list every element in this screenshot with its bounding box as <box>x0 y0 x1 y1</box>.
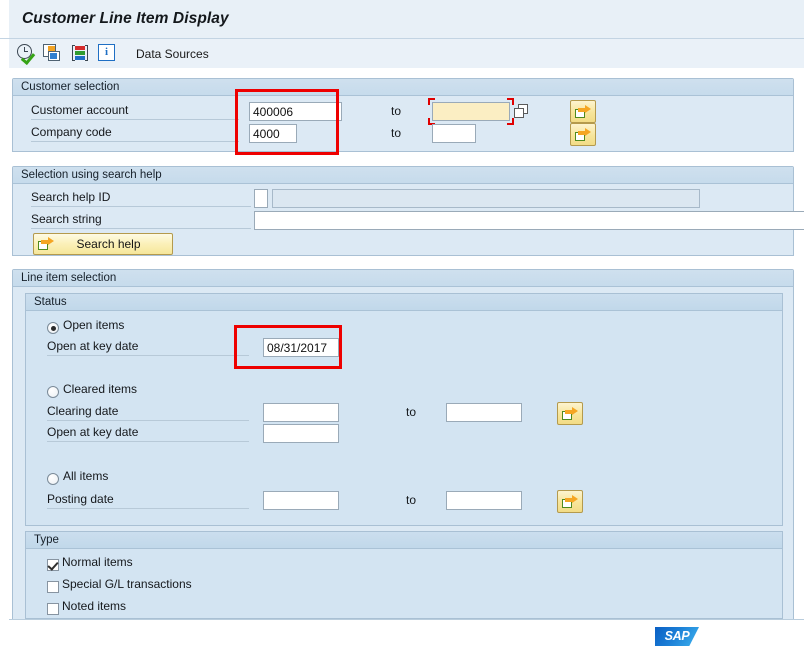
clearing-date-to-input[interactable] <box>446 403 522 422</box>
search-help-group-header: Selection using search help <box>13 167 793 184</box>
window-title-bar: Customer Line Item Display <box>0 0 804 39</box>
special-gl-transactions-label[interactable]: Special G/L transactions <box>62 577 192 591</box>
noted-items-label[interactable]: Noted items <box>62 599 126 613</box>
checkbox-normal-items[interactable] <box>47 559 59 571</box>
line-item-selection-group: Line item selection Status Open items Op… <box>12 269 794 623</box>
multiple-selection-arrow-icon <box>562 407 579 421</box>
checkbox-special-gl-transactions[interactable] <box>47 581 59 593</box>
customer-selection-group: Customer selection Customer account to <box>12 78 794 152</box>
search-help-group: Selection using search help Search help … <box>12 166 804 256</box>
search-help-arrow-icon <box>38 237 55 251</box>
selection-screen: Customer selection Customer account to <box>0 68 804 653</box>
multiple-windows-icon[interactable] <box>43 43 64 64</box>
page-title: Customer Line Item Display <box>22 10 229 27</box>
company-code-from-input[interactable] <box>249 124 297 143</box>
type-subgroup: Type Normal items Special G/L transactio… <box>25 531 783 619</box>
cleared-open-at-key-date-label: Open at key date <box>47 425 249 442</box>
open-at-key-date-label: Open at key date <box>47 339 249 356</box>
normal-items-label[interactable]: Normal items <box>62 555 133 569</box>
status-subgroup: Status Open items Open at key date Clear… <box>25 293 783 526</box>
company-code-to-label: to <box>391 126 402 140</box>
line-item-selection-header: Line item selection <box>13 270 793 287</box>
all-items-label[interactable]: All items <box>63 469 108 483</box>
posting-date-to-label: to <box>406 493 417 507</box>
search-help-id-input[interactable] <box>254 189 268 208</box>
company-code-label: Company code <box>31 125 239 142</box>
cleared-items-label[interactable]: Cleared items <box>63 382 137 396</box>
data-sources-label[interactable]: Data Sources <box>136 47 209 61</box>
cleared-open-at-key-date-input[interactable] <box>263 424 339 443</box>
search-string-label: Search string <box>31 212 251 229</box>
company-code-to-input[interactable] <box>432 124 476 143</box>
multiple-selection-arrow-icon <box>575 128 592 142</box>
footer-bar: SAP <box>0 619 804 653</box>
posting-date-to-input[interactable] <box>446 491 522 510</box>
radio-all-items[interactable] <box>47 473 59 485</box>
info-icon[interactable]: i <box>97 43 118 64</box>
posting-date-from-input[interactable] <box>263 491 339 510</box>
open-items-label[interactable]: Open items <box>63 318 124 332</box>
customer-account-from-input[interactable] <box>249 102 342 121</box>
clearing-date-from-input[interactable] <box>263 403 339 422</box>
posting-date-multiple-selection-button[interactable] <box>557 490 583 513</box>
info-icon-glyph: i <box>98 44 115 61</box>
checkbox-noted-items[interactable] <box>47 603 59 615</box>
posting-date-label: Posting date <box>47 492 249 509</box>
sap-logo: SAP <box>655 627 699 646</box>
clearing-date-to-label: to <box>406 405 417 419</box>
open-at-key-date-input[interactable] <box>263 338 339 357</box>
clearing-date-multiple-selection-button[interactable] <box>557 402 583 425</box>
company-code-multiple-selection-button[interactable] <box>570 123 596 146</box>
customer-selection-header: Customer selection <box>13 79 793 96</box>
customer-account-to-input[interactable] <box>432 102 510 121</box>
customer-account-multiple-selection-button[interactable] <box>570 100 596 123</box>
clearing-date-label: Clearing date <box>47 404 249 421</box>
search-help-id-description-field <box>272 189 700 208</box>
application-toolbar: i Data Sources <box>0 39 804 69</box>
customer-account-to-label: to <box>391 104 402 118</box>
multi-value-icon[interactable] <box>514 104 528 119</box>
line-item-selection-body: Status Open items Open at key date Clear… <box>13 287 793 621</box>
search-help-id-label: Search help ID <box>31 190 251 207</box>
type-subgroup-header: Type <box>26 532 782 549</box>
radio-open-items[interactable] <box>47 322 59 334</box>
status-subgroup-header: Status <box>26 294 782 311</box>
search-string-input[interactable] <box>254 211 804 230</box>
multiple-selection-arrow-icon <box>562 495 579 509</box>
search-help-button-label: Search help <box>76 237 141 251</box>
variant-icon[interactable] <box>70 43 91 64</box>
execute-icon[interactable] <box>16 43 37 66</box>
search-help-button[interactable]: Search help <box>33 233 173 255</box>
search-help-group-body: Search help ID Search string Search help <box>13 184 804 255</box>
customer-selection-body: Customer account to Company code to <box>13 96 793 150</box>
customer-account-label: Customer account <box>31 103 239 120</box>
multiple-selection-arrow-icon <box>575 105 592 119</box>
radio-cleared-items[interactable] <box>47 386 59 398</box>
